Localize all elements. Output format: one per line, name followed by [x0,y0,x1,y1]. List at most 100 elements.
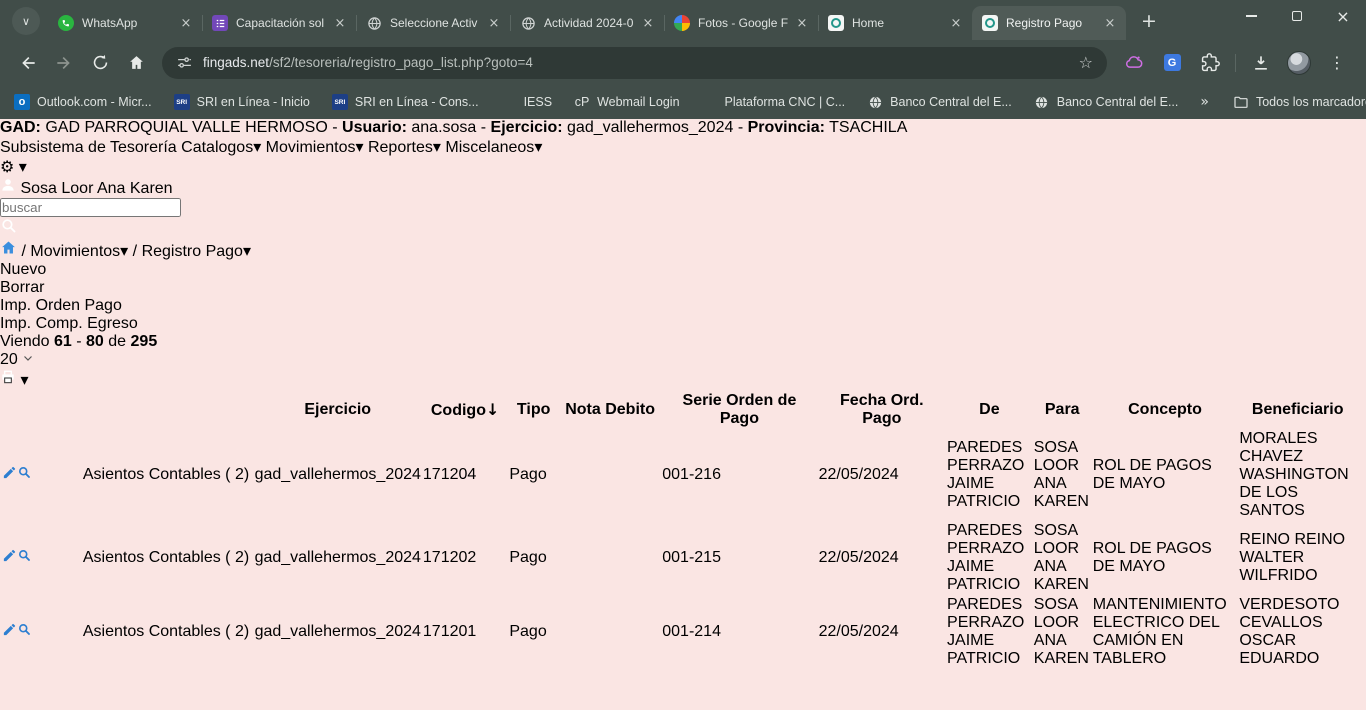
tab-close-icon[interactable]: × [178,15,194,31]
breadcrumb-registro-pago[interactable]: Registro Pago▾ [142,243,251,260]
header-tipo[interactable]: Tipo [509,392,558,428]
user-button[interactable]: Sosa Loor Ana Karen [0,177,1366,198]
breadcrumb-label: Registro Pago [142,243,243,260]
translate-icon[interactable]: G [1157,48,1187,78]
record-range-status: Viendo 61 - 80 de 295 [0,333,1366,351]
page-size-select[interactable]: 20 [0,351,1366,369]
forward-button[interactable] [49,48,79,78]
breadcrumb-home-icon[interactable] [0,243,17,260]
close-button[interactable]: × [1320,0,1366,32]
tab-seleccione[interactable]: Seleccione Activ × [356,6,510,40]
bookmark-banco-central-2[interactable]: Banco Central del E... [1034,94,1179,110]
bookmark-outlook[interactable]: oOutlook.com - Micr... [14,94,152,110]
print-button[interactable]: ▾ [0,369,1366,390]
tab-close-icon[interactable]: × [1102,15,1118,31]
breadcrumb-movimientos[interactable]: Movimientos▾ [30,243,128,260]
view-icon[interactable] [17,624,32,641]
tab-close-icon[interactable]: × [948,15,964,31]
asientos-contables-link[interactable]: Asientos Contables ( 2) [83,549,249,566]
header-para[interactable]: Para [1034,392,1091,428]
tab-fotos[interactable]: Fotos - Google F × [664,6,818,40]
search-button[interactable] [0,217,1366,239]
cpanel-icon: cP [574,94,590,110]
bookmark-star-icon[interactable]: ☆ [1079,53,1093,72]
bookmarks-overflow-chevron[interactable]: » [1200,94,1209,110]
tab-actividad[interactable]: Actividad 2024-0 × [510,6,664,40]
browser-menu-icon[interactable]: ⋮ [1322,48,1352,78]
tab-title: Fotos - Google F [698,16,794,30]
header-concepto[interactable]: Concepto [1093,392,1238,428]
theme-extension-icon[interactable] [1119,48,1149,78]
settings-button[interactable]: ⚙ ▾ [0,157,1366,177]
tab-registro-pago-active[interactable]: Registro Pago × [972,6,1126,40]
tab-close-icon[interactable]: × [486,15,502,31]
menu-reportes[interactable]: Reportes▾ [368,139,441,156]
cell-ejercicio: gad_vallehermos_2024 [255,596,421,668]
cell-para: SOSA LOOR ANA KAREN [1034,430,1091,520]
header-codigo[interactable]: Codigo↓ [423,392,507,428]
profile-avatar[interactable] [1284,48,1314,78]
tab-close-icon[interactable]: × [332,15,348,31]
delete-button[interactable]: Borrar [0,279,1366,297]
home-button[interactable] [121,48,151,78]
reload-button[interactable] [85,48,115,78]
tab-home[interactable]: Home × [818,6,972,40]
globe-icon [520,15,536,31]
tab-search-button[interactable]: ∨ [12,7,40,35]
view-icon[interactable] [17,467,32,484]
print-expense-receipt-button[interactable]: Imp. Comp. Egreso [0,315,1366,333]
cell-de: PAREDES PERRAZO JAIME PATRICIO [947,430,1032,520]
bookmark-banco-central-1[interactable]: Banco Central del E... [867,94,1012,110]
new-button[interactable]: Nuevo [0,261,1366,279]
header-link: Para [1045,401,1080,418]
bookmark-cnc[interactable]: Plataforma CNC | C... [702,94,846,110]
extensions-puzzle-icon[interactable] [1195,48,1225,78]
cell-concepto: ROL DE PAGOS DE MAYO [1093,430,1238,520]
header-nota-debito[interactable]: Nota Debito [560,392,660,428]
bookmark-label: SRI en Línea - Cons... [355,95,479,109]
header-beneficiario[interactable]: Beneficiario [1239,392,1356,428]
sri-icon: SRI [332,94,348,110]
header-link: Concepto [1128,401,1202,418]
bookmark-sri-inicio[interactable]: SRISRI en Línea - Inicio [174,94,310,110]
menu-miscelaneos[interactable]: Miscelaneos▾ [445,139,542,156]
back-button[interactable] [13,48,43,78]
header-link: De [979,401,999,418]
search-input[interactable] [0,198,181,217]
edit-icon[interactable] [2,624,17,641]
menu-label: Catalogos [181,139,253,156]
app-navbar: Subsistema de Tesorería Catalogos▾ Movim… [0,137,1366,239]
caret-down-icon: ▾ [355,137,363,156]
maximize-button[interactable] [1274,0,1320,32]
bookmark-webmail[interactable]: cP Webmail Login [574,94,679,110]
header-fecha[interactable]: Fecha Ord. Pago [819,392,945,428]
view-icon[interactable] [17,550,32,567]
bookmark-label: Webmail Login [597,95,679,109]
asientos-contables-link[interactable]: Asientos Contables ( 2) [83,623,249,640]
tab-close-icon[interactable]: × [640,15,656,31]
tab-title: Capacitación sol [236,16,332,30]
header-de[interactable]: De [947,392,1032,428]
tab-capacitacion[interactable]: Capacitación sol × [202,6,356,40]
menu-catalogos[interactable]: Catalogos▾ [181,139,261,156]
menu-label: Miscelaneos [445,139,534,156]
tab-whatsapp[interactable]: WhatsApp × [48,6,202,40]
minimize-button[interactable] [1228,0,1274,32]
bookmark-iess[interactable]: IESS [501,94,553,110]
caret-down-icon: ▾ [120,241,128,260]
site-info-icon[interactable] [176,54,193,71]
print-payment-order-button[interactable]: Imp. Orden Pago [0,297,1366,315]
address-bar[interactable]: fingads.net/sf2/tesoreria/registro_pago_… [162,47,1107,79]
asientos-contables-link[interactable]: Asientos Contables ( 2) [83,466,249,483]
tab-close-icon[interactable]: × [794,15,810,31]
menu-movimientos[interactable]: Movimientos▾ [266,139,364,156]
edit-icon[interactable] [2,467,17,484]
all-bookmarks-button[interactable]: Todos los marcadores [1233,94,1366,110]
new-tab-button[interactable]: + [1136,10,1162,32]
header-serie[interactable]: Serie Orden de Pago [662,392,816,428]
header-ejercicio[interactable]: Ejercicio [255,392,421,428]
table-row: Asientos Contables ( 2) gad_vallehermos_… [2,430,1364,520]
bookmark-sri-consultas[interactable]: SRI SRI en Línea - Cons... [332,94,479,110]
edit-icon[interactable] [2,550,17,567]
downloads-icon[interactable] [1246,48,1276,78]
